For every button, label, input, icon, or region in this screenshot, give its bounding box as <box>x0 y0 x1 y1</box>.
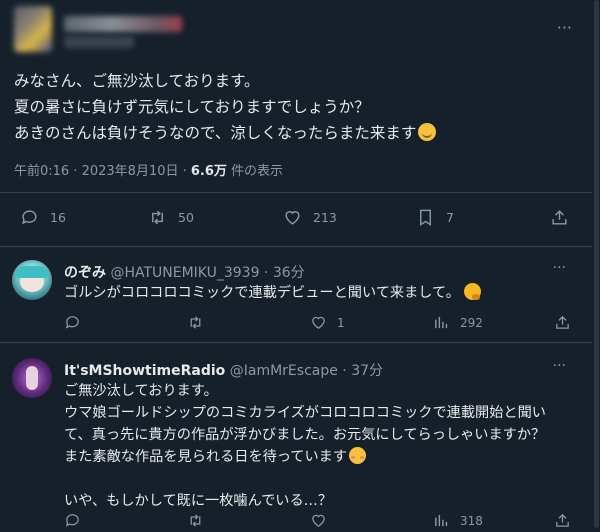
share-icon <box>556 315 569 329</box>
reply-line: て、真っ先に貴方の作品が浮かびました。お元気にしてらっしゃいますか？ <box>64 427 546 443</box>
views-icon <box>435 514 448 527</box>
views-button[interactable]: 292 <box>433 314 483 331</box>
scrollbar-thumb[interactable] <box>594 0 599 528</box>
views-count: 292 <box>460 315 483 330</box>
tweet-line: あきのさんは負けそうなので、涼しくなったらまた来ます <box>14 120 574 146</box>
like-button[interactable] <box>310 512 337 529</box>
scrollbar[interactable] <box>592 0 600 528</box>
retweet-button[interactable]: 50 <box>148 208 194 227</box>
views-button[interactable]: 318 <box>433 512 483 529</box>
retweet-icon <box>152 210 163 225</box>
reply-line: いや、もしかして既に一枚噛んでいる…？ <box>64 493 333 509</box>
reply-author-name[interactable]: It'sMShowtimeRadio <box>64 363 225 379</box>
share-button[interactable] <box>554 512 571 529</box>
avatar[interactable] <box>14 6 52 52</box>
share-icon <box>556 513 569 527</box>
like-count: 1 <box>337 315 345 330</box>
thinking-emoji <box>463 283 481 300</box>
tweet-meta: 午前0:16 · 2023年8月10日 · 6.6万 件の表示 <box>14 160 283 179</box>
more-icon[interactable]: ··· <box>557 18 572 37</box>
author-name-blurred <box>64 16 182 32</box>
blush-emoji <box>349 447 367 464</box>
reply-header: のぞみ @HATUNEMIKU_3939 · 36分 <box>64 262 305 282</box>
avatar[interactable] <box>12 260 52 300</box>
views-count: 318 <box>460 513 483 528</box>
share-button[interactable] <box>554 314 571 331</box>
bookmark-count: 7 <box>446 210 454 225</box>
reply-icon <box>22 210 37 225</box>
views-label: 件の表示 <box>226 164 284 179</box>
bookmark-icon <box>420 209 431 226</box>
reply-author-handle[interactable]: @HATUNEMIKU_3939 · 36分 <box>110 265 304 281</box>
views-count: 6.6万 <box>190 164 227 179</box>
bookmark-button[interactable]: 7 <box>416 208 454 227</box>
more-icon[interactable]: ··· <box>553 358 566 374</box>
like-button[interactable]: 1 <box>310 314 345 331</box>
like-count: 213 <box>313 210 337 225</box>
reply-item[interactable]: のぞみ @HATUNEMIKU_3939 · 36分 ··· ゴルシがコロコロコ… <box>0 246 592 342</box>
retweet-button[interactable] <box>187 512 214 529</box>
reply-action-bar: 1 292 <box>0 314 592 334</box>
reply-button[interactable]: 16 <box>20 208 66 227</box>
views-icon <box>435 316 448 329</box>
retweet-icon <box>190 316 201 329</box>
reply-icon <box>65 514 79 527</box>
tweet-line: みなさん、ご無沙汰しております。 <box>14 72 260 90</box>
reply-count: 16 <box>50 210 66 225</box>
reply-text: ゴルシがコロコロコミックで連載デビューと聞いて来まして。 <box>64 282 584 304</box>
retweet-count: 50 <box>178 210 194 225</box>
like-button[interactable]: 213 <box>283 208 337 227</box>
main-author-blurred[interactable] <box>14 6 184 54</box>
reply-action-bar: 318 <box>0 512 592 532</box>
reply-author-handle[interactable]: @IamMrEscape · 37分 <box>230 363 383 379</box>
retweet-button[interactable] <box>187 314 214 331</box>
author-handle-blurred <box>64 36 134 48</box>
reply-line: また素敵な作品を見られる日を待っています <box>64 446 584 468</box>
reply-button[interactable] <box>64 512 91 529</box>
tweet-line: 夏の暑さに負けず元気にしておりますでしょうか？ <box>14 98 370 116</box>
like-icon <box>312 316 325 329</box>
reply-author-name[interactable]: のぞみ <box>64 265 106 281</box>
main-action-bar: 16 50 213 7 <box>0 208 592 232</box>
reply-button[interactable] <box>64 314 91 331</box>
reply-line: ご無沙汰しております。 <box>64 383 218 399</box>
reply-line: ウマ娘ゴールドシップのコミカライズがコロコロコミックで連載開始と聞い <box>64 405 546 421</box>
reply-header: It'sMShowtimeRadio @IamMrEscape · 37分 <box>64 360 383 380</box>
share-icon <box>552 210 567 225</box>
main-tweet-text: みなさん、ご無沙汰しております。 夏の暑さに負けず元気にしておりますでしょうか？… <box>14 68 574 146</box>
retweet-icon <box>190 514 201 527</box>
relieved-emoji <box>418 123 437 141</box>
avatar[interactable] <box>12 358 52 398</box>
reply-item[interactable]: It'sMShowtimeRadio @IamMrEscape · 37分 ··… <box>0 342 592 528</box>
reply-line: ゴルシがコロコロコミックで連載デビューと聞いて来まして。 <box>64 282 584 304</box>
divider <box>0 192 592 193</box>
like-icon <box>312 514 325 527</box>
like-icon <box>285 211 300 225</box>
timestamp[interactable]: 午前0:16 · 2023年8月10日 · <box>14 164 191 179</box>
reply-line <box>64 468 584 490</box>
reply-text: ご無沙汰しております。 ウマ娘ゴールドシップのコミカライズがコロコロコミックで連… <box>64 380 584 512</box>
more-icon[interactable]: ··· <box>553 260 566 276</box>
reply-icon <box>65 316 79 329</box>
share-button[interactable] <box>550 208 569 227</box>
